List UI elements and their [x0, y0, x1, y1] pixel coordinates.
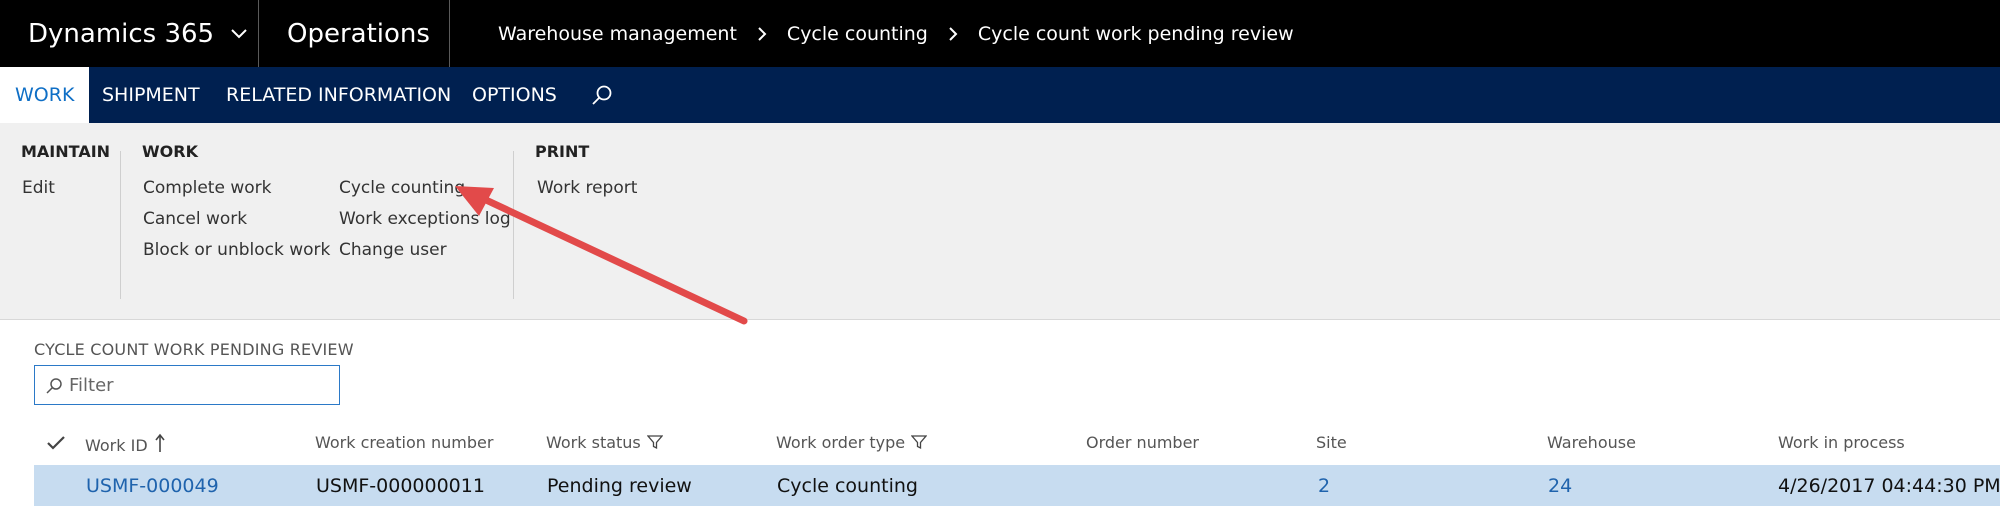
- site-link[interactable]: 2: [1318, 475, 1330, 497]
- work-report-button[interactable]: Work report: [537, 178, 637, 198]
- breadcrumb-cycle-counting[interactable]: Cycle counting: [787, 23, 928, 45]
- top-bar: Dynamics 365 Operations Warehouse manage…: [0, 0, 2000, 67]
- app-switcher[interactable]: Dynamics 365: [28, 0, 248, 67]
- action-ribbon: MAINTAIN Edit WORK Complete work Cancel …: [0, 123, 2000, 320]
- column-header-label: Work order type: [776, 433, 906, 452]
- column-header-label: Work status: [546, 433, 641, 452]
- tab-related-information[interactable]: RELATED INFORMATION: [226, 67, 451, 123]
- sort-ascending-icon: [155, 433, 165, 452]
- work-creation-number-cell: USMF-000000011: [316, 475, 485, 497]
- brand-label: Dynamics 365: [28, 18, 215, 49]
- select-all-checkmark-icon[interactable]: [46, 435, 66, 455]
- table-row[interactable]: USMF-000049 USMF-000000011 Pending revie…: [34, 465, 2000, 506]
- breadcrumb-warehouse-management[interactable]: Warehouse management: [498, 23, 737, 45]
- filter-funnel-icon: [910, 435, 928, 450]
- warehouse-link[interactable]: 24: [1548, 475, 1572, 497]
- filter-box: [34, 365, 340, 405]
- section-title: CYCLE COUNT WORK PENDING REVIEW: [34, 340, 354, 359]
- work-order-type-cell: Cycle counting: [777, 475, 918, 497]
- work-exceptions-log-button[interactable]: Work exceptions log: [339, 209, 511, 229]
- change-user-button[interactable]: Change user: [339, 240, 447, 260]
- cancel-work-button[interactable]: Cancel work: [143, 209, 247, 229]
- search-icon[interactable]: [590, 84, 614, 112]
- filter-funnel-icon: [646, 435, 664, 450]
- column-header-work-order-type[interactable]: Work order type: [776, 433, 928, 452]
- complete-work-button[interactable]: Complete work: [143, 178, 271, 198]
- grid-header: Work ID Work creation number Work status…: [34, 425, 2000, 463]
- group-title-print: PRINT: [535, 142, 590, 161]
- header-divider: [449, 0, 450, 67]
- module-name[interactable]: Operations: [287, 0, 430, 67]
- action-pane-tabs: WORK SHIPMENT RELATED INFORMATION OPTION…: [0, 67, 2000, 123]
- group-divider: [513, 151, 514, 299]
- work-in-process-cell: 4/26/2017 04:44:30 PM: [1778, 475, 2000, 497]
- chevron-right-icon: [757, 26, 767, 42]
- header-divider: [258, 0, 259, 67]
- block-unblock-work-button[interactable]: Block or unblock work: [143, 240, 330, 260]
- column-header-label: Work ID: [85, 436, 148, 455]
- group-divider: [120, 151, 121, 299]
- chevron-down-icon: [231, 28, 247, 38]
- tab-work[interactable]: WORK: [0, 67, 90, 123]
- column-header-site[interactable]: Site: [1316, 433, 1347, 452]
- column-header-warehouse[interactable]: Warehouse: [1547, 433, 1636, 452]
- edit-button[interactable]: Edit: [22, 178, 55, 198]
- group-title-work: WORK: [142, 142, 198, 161]
- group-title-maintain: MAINTAIN: [21, 142, 111, 161]
- tab-shipment[interactable]: SHIPMENT: [102, 67, 200, 123]
- search-icon: [44, 376, 64, 400]
- filter-input[interactable]: [69, 370, 329, 400]
- column-header-work-in-process[interactable]: Work in process: [1778, 433, 1905, 452]
- cycle-counting-button[interactable]: Cycle counting: [339, 178, 465, 198]
- breadcrumb: Warehouse management Cycle counting Cycl…: [498, 0, 1294, 67]
- tab-options[interactable]: OPTIONS: [472, 67, 557, 123]
- breadcrumb-current-page[interactable]: Cycle count work pending review: [978, 23, 1294, 45]
- chevron-right-icon: [948, 26, 958, 42]
- column-header-work-status[interactable]: Work status: [546, 433, 664, 452]
- column-header-work-id[interactable]: Work ID: [85, 433, 166, 455]
- work-id-link[interactable]: USMF-000049: [86, 475, 219, 497]
- column-header-work-creation-number[interactable]: Work creation number: [315, 433, 493, 452]
- column-header-order-number[interactable]: Order number: [1086, 433, 1199, 452]
- work-status-cell: Pending review: [547, 475, 692, 497]
